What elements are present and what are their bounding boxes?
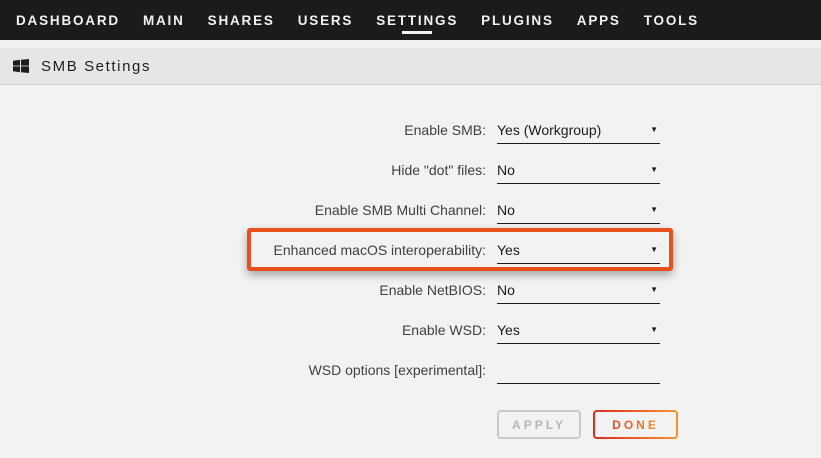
spacer-strip — [0, 40, 821, 48]
nav-item-dashboard[interactable]: DASHBOARD — [16, 0, 120, 40]
done-button-label: DONE — [612, 418, 659, 432]
nav-item-main[interactable]: MAIN — [143, 0, 185, 40]
enable-wsd-value: Yes — [497, 322, 520, 338]
enable-smb-select[interactable]: Yes (Workgroup) ▼ — [497, 116, 660, 144]
enable-netbios-select[interactable]: No ▼ — [497, 276, 660, 304]
section-header: SMB Settings — [0, 48, 821, 85]
nav-item-plugins[interactable]: PLUGINS — [481, 0, 554, 40]
page-title: SMB Settings — [41, 58, 151, 75]
dropdown-arrow-icon: ▼ — [650, 246, 658, 254]
dropdown-arrow-icon: ▼ — [650, 206, 658, 214]
apply-button[interactable]: APPLY — [497, 410, 581, 439]
form-row-macos-interoperability: Enhanced macOS interoperability: Yes ▼ — [0, 230, 821, 270]
dropdown-arrow-icon: ▼ — [650, 166, 658, 174]
form-row-smb-multi-channel: Enable SMB Multi Channel: No ▼ — [0, 190, 821, 230]
enable-smb-value: Yes (Workgroup) — [497, 122, 601, 138]
button-row: APPLY DONE — [497, 410, 821, 439]
smb-multi-channel-label: Enable SMB Multi Channel: — [0, 190, 486, 230]
form-row-wsd-options: WSD options [experimental]: — [0, 350, 821, 390]
nav-item-apps[interactable]: APPS — [577, 0, 621, 40]
hide-dot-files-select[interactable]: No ▼ — [497, 156, 660, 184]
enable-wsd-select[interactable]: Yes ▼ — [497, 316, 660, 344]
enable-wsd-label: Enable WSD: — [0, 310, 486, 350]
dropdown-arrow-icon: ▼ — [650, 326, 658, 334]
enable-netbios-label: Enable NetBIOS: — [0, 270, 486, 310]
macos-interoperability-label: Enhanced macOS interoperability: — [0, 230, 486, 270]
nav-item-settings[interactable]: SETTINGS — [376, 0, 458, 40]
enable-netbios-value: No — [497, 282, 515, 298]
nav-item-users[interactable]: USERS — [298, 0, 354, 40]
smb-settings-form: Enable SMB: Yes (Workgroup) ▼ Hide "dot"… — [0, 85, 821, 457]
form-row-enable-wsd: Enable WSD: Yes ▼ — [0, 310, 821, 350]
nav-item-shares[interactable]: SHARES — [208, 0, 275, 40]
hide-dot-files-value: No — [497, 162, 515, 178]
windows-icon — [13, 59, 29, 73]
wsd-options-label: WSD options [experimental]: — [0, 350, 486, 390]
wsd-options-input[interactable] — [497, 356, 660, 384]
macos-interoperability-value: Yes — [497, 242, 520, 258]
form-row-enable-netbios: Enable NetBIOS: No ▼ — [0, 270, 821, 310]
macos-interoperability-select[interactable]: Yes ▼ — [497, 236, 660, 264]
done-button[interactable]: DONE — [593, 410, 678, 439]
top-navbar: DASHBOARD MAIN SHARES USERS SETTINGS PLU… — [0, 0, 821, 40]
smb-multi-channel-select[interactable]: No ▼ — [497, 196, 660, 224]
enable-smb-label: Enable SMB: — [0, 110, 486, 150]
dropdown-arrow-icon: ▼ — [650, 286, 658, 294]
nav-item-tools[interactable]: TOOLS — [644, 0, 699, 40]
dropdown-arrow-icon: ▼ — [650, 126, 658, 134]
hide-dot-files-label: Hide "dot" files: — [0, 150, 486, 190]
form-row-hide-dot-files: Hide "dot" files: No ▼ — [0, 150, 821, 190]
smb-multi-channel-value: No — [497, 202, 515, 218]
form-row-enable-smb: Enable SMB: Yes (Workgroup) ▼ — [0, 110, 821, 150]
